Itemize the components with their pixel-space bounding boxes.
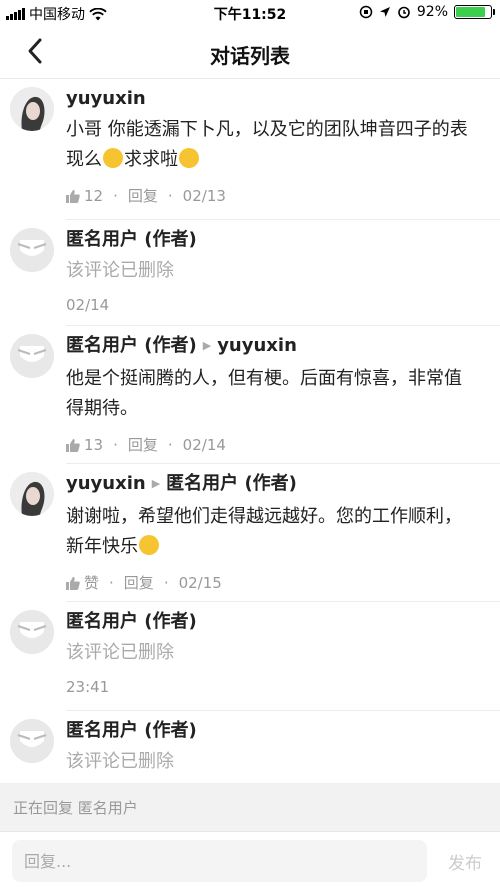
list-item: 匿名用户 (作者) 该评论已删除 23:41 [10,602,500,712]
like-button[interactable]: 13 [66,436,103,454]
separator: · [113,435,118,454]
author-name[interactable]: 匿名用户 (作者) [66,611,197,632]
thumbs-up-icon [66,189,80,203]
conversation-list: yuyuxin 小哥 你能透漏下卜凡，以及它的团队坤音四子的表现么 求求啦 12 … [0,79,500,786]
comment-text: 小哥 你能透漏下卜凡，以及它的团队坤音四子的表现么 求求啦 [66,119,468,170]
status-bar: 中国移动 下午11:52 92% [0,0,500,26]
location-arrow-icon [379,7,390,17]
author-name[interactable]: yuyuxin [66,473,146,494]
avatar[interactable] [10,472,54,516]
comment-meta: 02/14 [66,286,500,330]
anonymous-avatar-icon [10,719,54,763]
deleted-comment-text: 该评论已删除 [66,751,174,772]
comment-date: 02/15 [178,573,222,592]
author-name[interactable]: 匿名用户 (作者) [66,229,197,250]
thumbs-up-icon [66,576,80,590]
list-item: 匿名用户 (作者) ▶ yuyuxin 他是个挺闹腾的人，但有梗。后面有惊喜，非常值… [10,326,500,464]
page-title: 对话列表 [210,44,290,68]
grinning-face-emoji [139,535,159,555]
comment-text: 他是个挺闹腾的人，但有梗。后面有惊喜，非常值得期待。 [66,368,462,419]
author-name[interactable]: 匿名用户 (作者) [66,720,197,741]
like-button[interactable]: 赞 [66,572,99,593]
reply-button[interactable]: 回复 [124,572,154,593]
avatar[interactable] [10,228,54,272]
orientation-lock-icon [359,5,373,19]
avatar[interactable] [10,610,54,654]
author-name[interactable]: 匿名用户 (作者) [66,335,197,356]
relieved-face-emoji [179,148,199,168]
composer: 发布 [0,831,500,889]
separator: · [109,573,114,592]
alarm-icon [398,6,410,19]
reply-arrow-icon: ▶ [151,477,161,490]
author-name[interactable]: yuyuxin [66,88,146,109]
reply-arrow-icon: ▶ [202,339,212,352]
comment-meta: 12 · 回复 · 02/13 [66,175,500,222]
list-item: yuyuxin 小哥 你能透漏下卜凡，以及它的团队坤音四子的表现么 求求啦 12 … [10,79,500,222]
separator: · [113,186,118,205]
reply-input[interactable] [12,840,427,882]
like-count: 12 [84,186,104,205]
reply-button[interactable]: 回复 [128,185,158,206]
replying-to-label: 正在回复 匿名用户 [13,799,138,817]
list-item: yuyuxin ▶ 匿名用户 (作者) 谢谢啦，希望他们走得越远越好。您的工作顺利，… [10,464,500,602]
deleted-comment-text: 该评论已删除 [66,642,174,663]
like-button[interactable]: 12 [66,187,103,205]
comment-date: 23:41 [66,678,110,696]
user-photo-icon [10,472,54,516]
user-photo-icon [10,87,54,131]
battery-percent: 92% [416,4,448,20]
like-count: 13 [84,435,104,454]
anonymous-avatar-icon [10,228,54,272]
list-item: 匿名用户 (作者) 该评论已删除 02/14 [10,220,500,326]
comment-date: 02/14 [182,435,226,454]
anonymous-avatar-icon [10,334,54,378]
comment-date: 02/13 [182,186,226,205]
nav-bar: 对话列表 [0,26,500,79]
separator: · [167,435,173,454]
reply-to-name[interactable]: 匿名用户 (作者) [166,473,297,494]
list-item: 匿名用户 (作者) 该评论已删除 [10,711,500,786]
avatar[interactable] [10,334,54,378]
separator: · [163,573,169,592]
reply-button[interactable]: 回复 [128,434,158,455]
comment-meta: 23:41 [66,668,500,712]
deleted-comment-text: 该评论已删除 [66,260,174,281]
anonymous-avatar-icon [10,610,54,654]
thumbs-up-icon [66,438,80,452]
avatar[interactable] [10,719,54,763]
publish-button[interactable]: 发布 [448,849,482,874]
flushed-face-emoji [103,148,123,168]
replying-to-bar: 正在回复 匿名用户 [0,783,500,831]
comment-date: 02/14 [66,296,110,314]
avatar[interactable] [10,87,54,131]
separator: · [167,186,173,205]
battery-icon [454,5,495,19]
reply-to-name[interactable]: yuyuxin [217,335,297,356]
comment-text: 谢谢啦，希望他们走得越远越好。您的工作顺利，新年快乐 [66,506,462,557]
like-label: 赞 [84,574,100,592]
